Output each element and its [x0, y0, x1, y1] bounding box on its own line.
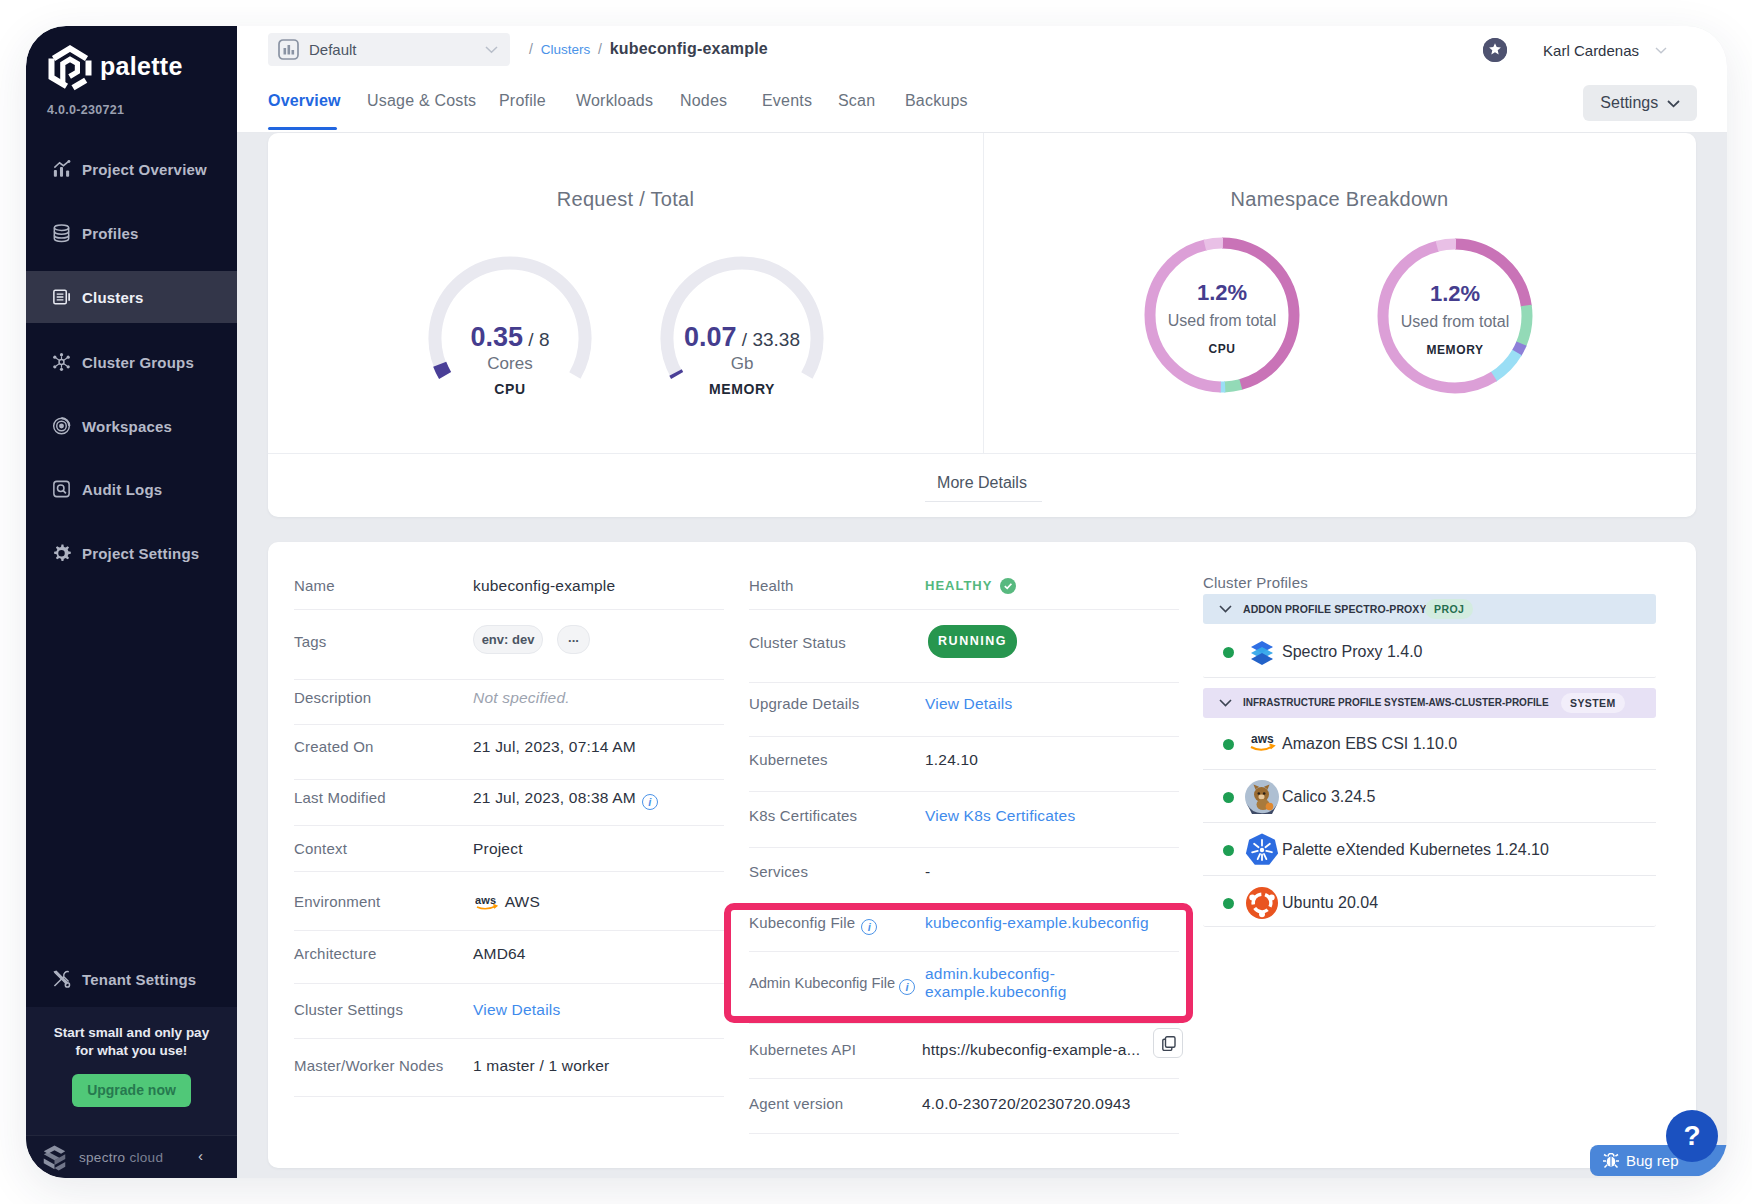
svg-text:aws: aws [475, 894, 496, 906]
